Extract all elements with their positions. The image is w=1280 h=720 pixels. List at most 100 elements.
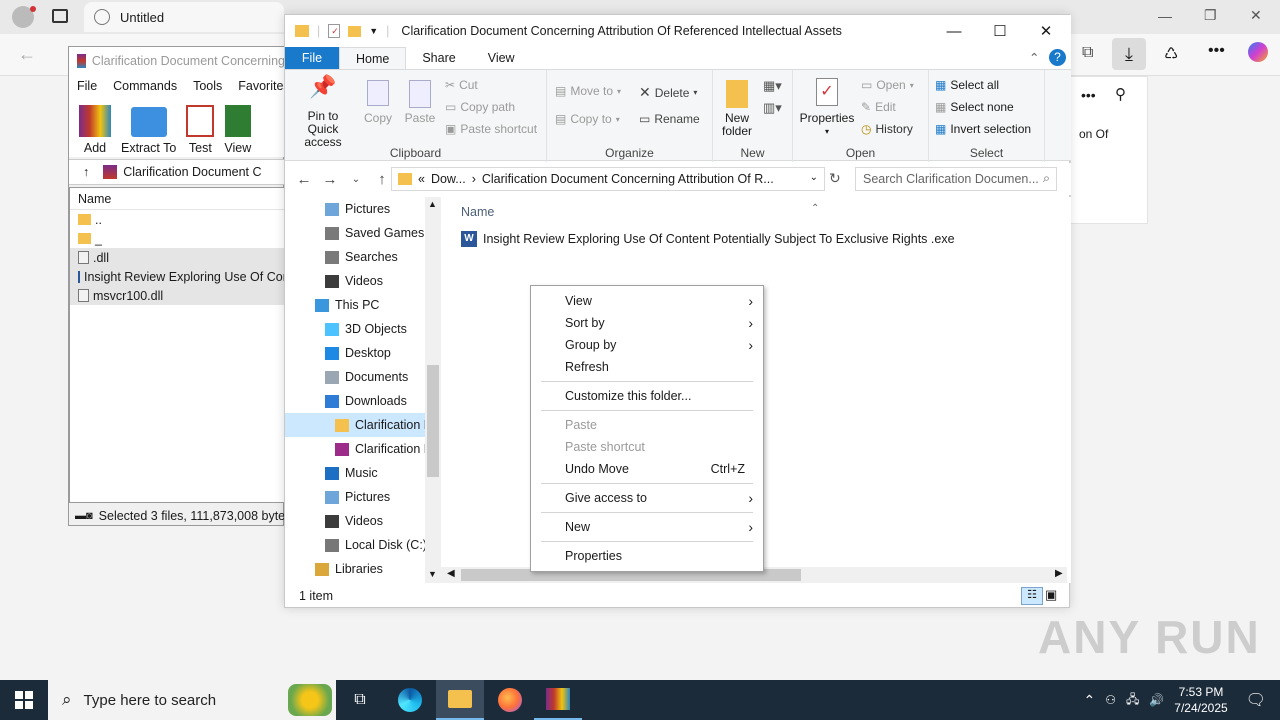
scroll-left-icon[interactable]: ◀: [447, 568, 455, 579]
paste-shortcut-button[interactable]: ▣ Paste shortcut: [445, 122, 537, 136]
add-button[interactable]: Add: [79, 97, 111, 155]
pin-icon[interactable]: ⚲: [1115, 85, 1126, 103]
properties-button[interactable]: ✓ Properties ▾: [797, 78, 857, 138]
customize-dropdown-icon[interactable]: ▼: [369, 26, 378, 36]
list-item[interactable]: W Insight Review Exploring Use Of Conten…: [461, 231, 955, 247]
list-item[interactable]: Insight Review Exploring Use Of Con: [70, 267, 284, 286]
list-item[interactable]: ..: [70, 210, 284, 229]
search-input[interactable]: Search Clarification Documen... ⌕: [855, 167, 1057, 191]
tree-item[interactable]: Music: [285, 461, 425, 485]
notifications-icon[interactable]: 🗨: [1246, 690, 1266, 710]
tab-share[interactable]: Share: [406, 47, 471, 69]
new-folder-button[interactable]: New folder: [717, 80, 757, 138]
menu-item-undo-move[interactable]: Undo Move Ctrl+Z: [531, 458, 763, 480]
details-view-icon[interactable]: ☷: [1021, 587, 1043, 605]
breadcrumb-downloads[interactable]: Dow...: [431, 172, 466, 186]
tab-actions-icon[interactable]: [52, 9, 68, 23]
tab-home[interactable]: Home: [339, 47, 407, 69]
tree-item[interactable]: Saved Games: [285, 221, 425, 245]
close-icon[interactable]: ✕: [1250, 7, 1262, 24]
menu-item-sort-by[interactable]: Sort by ›: [531, 312, 763, 334]
menu-commands[interactable]: Commands: [113, 79, 177, 93]
navigation-scrollbar[interactable]: ▲ ▼: [425, 197, 441, 583]
list-item[interactable]: _: [70, 229, 284, 248]
extract-to-button[interactable]: Extract To: [121, 97, 176, 155]
back-arrow-icon[interactable]: ←: [18, 44, 36, 65]
easy-access-icon[interactable]: ▥▾: [763, 100, 782, 116]
browser-tab[interactable]: Untitled: [84, 2, 284, 32]
history-button[interactable]: ◷ History: [861, 122, 913, 136]
more-icon[interactable]: •••: [1208, 42, 1225, 60]
tree-item[interactable]: Local Disk (C:): [285, 533, 425, 557]
view-button[interactable]: View: [224, 97, 251, 155]
restore-icon[interactable]: ❐: [1204, 7, 1217, 24]
firefox-taskbar-button[interactable]: [486, 680, 534, 720]
tree-item[interactable]: Libraries: [285, 557, 425, 581]
scroll-up-icon[interactable]: ▲: [428, 199, 437, 209]
close-button[interactable]: ✕: [1023, 15, 1069, 47]
edit-button[interactable]: ✎ Edit: [861, 100, 896, 114]
copy-button[interactable]: Copy: [361, 80, 395, 125]
collections-icon[interactable]: ⧉: [1082, 44, 1093, 62]
tree-item[interactable]: This PC: [285, 293, 425, 317]
select-none-button[interactable]: ▦ Select none: [935, 100, 1014, 114]
tree-item[interactable]: 3D Objects: [285, 317, 425, 341]
tree-item[interactable]: Pictures: [285, 485, 425, 509]
maximize-button[interactable]: ☐: [977, 15, 1023, 47]
copy-path-button[interactable]: ▭ Copy path: [445, 100, 515, 114]
tree-item[interactable]: Pictures: [285, 197, 425, 221]
winrar-taskbar-button[interactable]: [534, 680, 582, 720]
more-icon[interactable]: •••: [1081, 87, 1096, 103]
new-folder-icon[interactable]: [348, 25, 362, 37]
menu-tools[interactable]: Tools: [193, 79, 222, 93]
menu-item-refresh[interactable]: Refresh: [531, 356, 763, 378]
rename-button[interactable]: ▭ Rename: [639, 112, 700, 126]
new-item-icon[interactable]: ▦▾: [763, 78, 782, 94]
test-button[interactable]: Test: [186, 97, 215, 155]
tree-item[interactable]: Clarification D: [285, 437, 425, 461]
move-to-button[interactable]: ▤ Move to ▾: [555, 84, 621, 98]
tree-item[interactable]: Videos: [285, 509, 425, 533]
forward-arrow-icon[interactable]: →: [317, 171, 343, 188]
minimize-icon[interactable]: —: [1158, 8, 1172, 24]
copilot-icon[interactable]: [1248, 42, 1268, 62]
help-icon[interactable]: ?: [1049, 49, 1066, 66]
chevron-down-icon[interactable]: ⌄: [810, 172, 818, 183]
menu-item-paste[interactable]: Paste: [531, 414, 763, 436]
collapse-ribbon-icon[interactable]: ⌃: [1029, 50, 1039, 65]
taskbar-search[interactable]: ⌕ Type here to search: [48, 680, 336, 720]
properties-icon[interactable]: ✓: [328, 24, 341, 38]
minimize-button[interactable]: —: [931, 15, 977, 47]
refresh-icon[interactable]: ↻: [829, 170, 841, 187]
column-header-name[interactable]: Name: [70, 188, 284, 210]
chevron-up-icon[interactable]: ⌃: [1083, 692, 1095, 709]
invert-selection-button[interactable]: ▦ Invert selection: [935, 122, 1031, 136]
tree-item[interactable]: Desktop: [285, 341, 425, 365]
address-overflow[interactable]: «: [418, 172, 425, 186]
delete-button[interactable]: ✕ Delete ▾: [639, 84, 697, 101]
start-button[interactable]: [0, 680, 48, 720]
scroll-right-icon[interactable]: ▶: [1055, 568, 1063, 579]
menu-item-give-access[interactable]: Give access to ›: [531, 487, 763, 509]
tree-item[interactable]: Searches: [285, 245, 425, 269]
menu-file[interactable]: File: [77, 79, 97, 93]
list-item[interactable]: msvcr100.dll: [70, 286, 284, 305]
tab-view[interactable]: View: [472, 47, 531, 69]
tree-item[interactable]: Videos: [285, 269, 425, 293]
large-icons-view-icon[interactable]: ▣: [1045, 587, 1057, 603]
select-all-button[interactable]: ▦ Select all: [935, 78, 999, 92]
menu-item-group-by[interactable]: Group by ›: [531, 334, 763, 356]
edge-taskbar-button[interactable]: [386, 680, 434, 720]
menu-item-view[interactable]: View ›: [531, 290, 763, 312]
menu-item-customize[interactable]: Customize this folder...: [531, 385, 763, 407]
back-arrow-icon[interactable]: ←: [291, 171, 317, 188]
recent-locations-icon[interactable]: ⌄: [343, 174, 369, 185]
downloads-icon[interactable]: ⤓: [1112, 38, 1146, 70]
open-button[interactable]: ▭ Open ▾: [861, 78, 914, 92]
tree-item[interactable]: Documents: [285, 365, 425, 389]
column-header-name[interactable]: Name: [461, 205, 494, 219]
up-arrow-icon[interactable]: ↑: [83, 165, 89, 179]
menu-item-paste-shortcut[interactable]: Paste shortcut: [531, 436, 763, 458]
scroll-down-icon[interactable]: ▼: [428, 569, 437, 579]
clock[interactable]: 7:53 PM 7/24/2025: [1174, 684, 1227, 716]
